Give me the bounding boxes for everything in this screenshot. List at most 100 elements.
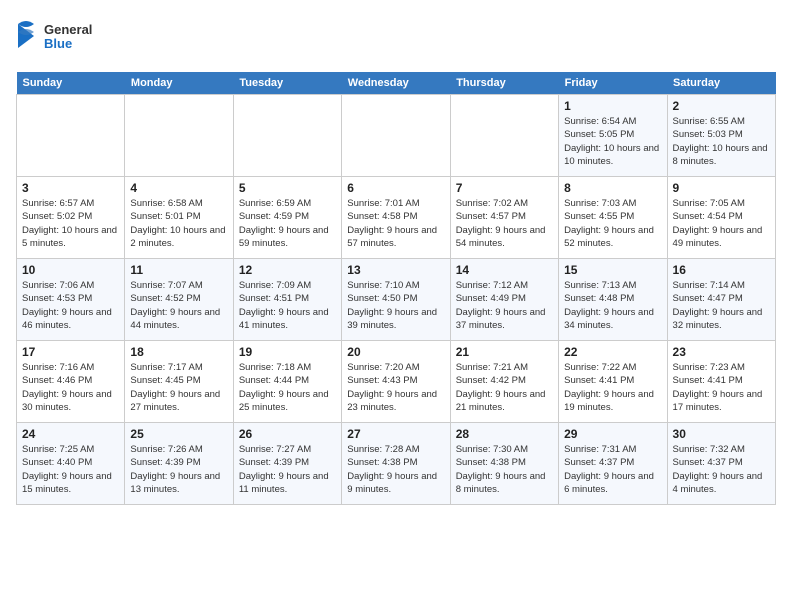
day-detail: Sunrise: 7:09 AM Sunset: 4:51 PM Dayligh… xyxy=(239,279,336,332)
day-detail: Sunrise: 7:07 AM Sunset: 4:52 PM Dayligh… xyxy=(130,279,227,332)
calendar-cell: 25 Sunrise: 7:26 AM Sunset: 4:39 PM Dayli… xyxy=(125,423,233,505)
calendar-cell: 7 Sunrise: 7:02 AM Sunset: 4:57 PM Daylig… xyxy=(450,177,558,259)
calendar-cell: 22Sunrise: 7:22 AM Sunset: 4:41 PM Dayli… xyxy=(559,341,667,423)
day-detail: Sunrise: 7:22 AM Sunset: 4:41 PM Dayligh… xyxy=(564,361,661,414)
day-detail: Sunrise: 7:12 AM Sunset: 4:49 PM Dayligh… xyxy=(456,279,553,332)
week-row-1: 1 Sunrise: 6:54 AM Sunset: 5:05 PM Daylig… xyxy=(17,95,776,177)
calendar-cell xyxy=(125,95,233,177)
day-number: 13 xyxy=(347,263,444,277)
logo: General Blue xyxy=(16,16,96,60)
calendar-cell: 6Sunrise: 7:01 AM Sunset: 4:58 PM Daylig… xyxy=(342,177,450,259)
calendar-cell: 21Sunrise: 7:21 AM Sunset: 4:42 PM Dayli… xyxy=(450,341,558,423)
header-thursday: Thursday xyxy=(450,72,558,95)
day-detail: Sunrise: 6:59 AM Sunset: 4:59 PM Dayligh… xyxy=(239,197,336,250)
day-detail: Sunrise: 7:17 AM Sunset: 4:45 PM Dayligh… xyxy=(130,361,227,414)
page-header: General Blue xyxy=(16,16,776,60)
day-number: 11 xyxy=(130,263,227,277)
day-detail: Sunrise: 7:32 AM Sunset: 4:37 PM Dayligh… xyxy=(673,443,770,496)
day-number: 30 xyxy=(673,427,770,441)
calendar-cell: 16 Sunrise: 7:14 AM Sunset: 4:47 PM Dayli… xyxy=(667,259,775,341)
day-detail: Sunrise: 7:02 AM Sunset: 4:57 PM Dayligh… xyxy=(456,197,553,250)
calendar-cell xyxy=(233,95,341,177)
calendar-cell: 11 Sunrise: 7:07 AM Sunset: 4:52 PM Dayli… xyxy=(125,259,233,341)
calendar-cell xyxy=(17,95,125,177)
day-detail: Sunrise: 7:13 AM Sunset: 4:48 PM Dayligh… xyxy=(564,279,661,332)
header-wednesday: Wednesday xyxy=(342,72,450,95)
calendar-header: SundayMondayTuesdayWednesdayThursdayFrid… xyxy=(17,72,776,95)
day-number: 6 xyxy=(347,181,444,195)
calendar-cell: 26Sunrise: 7:27 AM Sunset: 4:39 PM Dayli… xyxy=(233,423,341,505)
day-number: 21 xyxy=(456,345,553,359)
calendar-cell: 3Sunrise: 6:57 AM Sunset: 5:02 PM Daylig… xyxy=(17,177,125,259)
calendar-cell xyxy=(342,95,450,177)
day-number: 3 xyxy=(22,181,119,195)
day-number: 5 xyxy=(239,181,336,195)
header-saturday: Saturday xyxy=(667,72,775,95)
day-detail: Sunrise: 7:25 AM Sunset: 4:40 PM Dayligh… xyxy=(22,443,119,496)
header-tuesday: Tuesday xyxy=(233,72,341,95)
day-detail: Sunrise: 7:10 AM Sunset: 4:50 PM Dayligh… xyxy=(347,279,444,332)
calendar-cell: 5 Sunrise: 6:59 AM Sunset: 4:59 PM Daylig… xyxy=(233,177,341,259)
calendar-cell: 4 Sunrise: 6:58 AM Sunset: 5:01 PM Daylig… xyxy=(125,177,233,259)
header-sunday: Sunday xyxy=(17,72,125,95)
day-detail: Sunrise: 7:20 AM Sunset: 4:43 PM Dayligh… xyxy=(347,361,444,414)
calendar-cell: 20 Sunrise: 7:20 AM Sunset: 4:43 PM Dayli… xyxy=(342,341,450,423)
week-row-4: 17 Sunrise: 7:16 AM Sunset: 4:46 PM Dayli… xyxy=(17,341,776,423)
calendar-cell: 30 Sunrise: 7:32 AM Sunset: 4:37 PM Dayli… xyxy=(667,423,775,505)
calendar-cell: 9 Sunrise: 7:05 AM Sunset: 4:54 PM Daylig… xyxy=(667,177,775,259)
day-detail: Sunrise: 7:18 AM Sunset: 4:44 PM Dayligh… xyxy=(239,361,336,414)
day-detail: Sunrise: 7:31 AM Sunset: 4:37 PM Dayligh… xyxy=(564,443,661,496)
calendar-cell xyxy=(450,95,558,177)
header-friday: Friday xyxy=(559,72,667,95)
day-detail: Sunrise: 6:54 AM Sunset: 5:05 PM Dayligh… xyxy=(564,115,661,168)
calendar-cell: 19Sunrise: 7:18 AM Sunset: 4:44 PM Dayli… xyxy=(233,341,341,423)
calendar-cell: 27 Sunrise: 7:28 AM Sunset: 4:38 PM Dayli… xyxy=(342,423,450,505)
day-number: 29 xyxy=(564,427,661,441)
day-number: 26 xyxy=(239,427,336,441)
calendar-cell: 12 Sunrise: 7:09 AM Sunset: 4:51 PM Dayli… xyxy=(233,259,341,341)
header-monday: Monday xyxy=(125,72,233,95)
day-number: 27 xyxy=(347,427,444,441)
day-number: 4 xyxy=(130,181,227,195)
day-detail: Sunrise: 7:30 AM Sunset: 4:38 PM Dayligh… xyxy=(456,443,553,496)
day-detail: Sunrise: 7:06 AM Sunset: 4:53 PM Dayligh… xyxy=(22,279,119,332)
calendar-cell: 29 Sunrise: 7:31 AM Sunset: 4:37 PM Dayli… xyxy=(559,423,667,505)
day-number: 28 xyxy=(456,427,553,441)
day-detail: Sunrise: 7:16 AM Sunset: 4:46 PM Dayligh… xyxy=(22,361,119,414)
svg-text:General: General xyxy=(44,22,92,37)
week-row-3: 10Sunrise: 7:06 AM Sunset: 4:53 PM Dayli… xyxy=(17,259,776,341)
calendar-cell: 8Sunrise: 7:03 AM Sunset: 4:55 PM Daylig… xyxy=(559,177,667,259)
week-row-2: 3Sunrise: 6:57 AM Sunset: 5:02 PM Daylig… xyxy=(17,177,776,259)
calendar-cell: 14 Sunrise: 7:12 AM Sunset: 4:49 PM Dayli… xyxy=(450,259,558,341)
svg-text:Blue: Blue xyxy=(44,36,72,51)
calendar-cell: 10Sunrise: 7:06 AM Sunset: 4:53 PM Dayli… xyxy=(17,259,125,341)
calendar-cell: 24 Sunrise: 7:25 AM Sunset: 4:40 PM Dayli… xyxy=(17,423,125,505)
day-detail: Sunrise: 7:05 AM Sunset: 4:54 PM Dayligh… xyxy=(673,197,770,250)
calendar-cell: 23Sunrise: 7:23 AM Sunset: 4:41 PM Dayli… xyxy=(667,341,775,423)
calendar-cell: 15Sunrise: 7:13 AM Sunset: 4:48 PM Dayli… xyxy=(559,259,667,341)
calendar-table: SundayMondayTuesdayWednesdayThursdayFrid… xyxy=(16,72,776,505)
day-detail: Sunrise: 7:14 AM Sunset: 4:47 PM Dayligh… xyxy=(673,279,770,332)
day-number: 18 xyxy=(130,345,227,359)
day-number: 24 xyxy=(22,427,119,441)
calendar-cell: 28 Sunrise: 7:30 AM Sunset: 4:38 PM Dayli… xyxy=(450,423,558,505)
calendar-cell: 2Sunrise: 6:55 AM Sunset: 5:03 PM Daylig… xyxy=(667,95,775,177)
day-number: 23 xyxy=(673,345,770,359)
day-detail: Sunrise: 6:55 AM Sunset: 5:03 PM Dayligh… xyxy=(673,115,770,168)
calendar-cell: 13 Sunrise: 7:10 AM Sunset: 4:50 PM Dayli… xyxy=(342,259,450,341)
day-number: 14 xyxy=(456,263,553,277)
day-number: 17 xyxy=(22,345,119,359)
day-number: 12 xyxy=(239,263,336,277)
day-number: 20 xyxy=(347,345,444,359)
calendar-cell: 1 Sunrise: 6:54 AM Sunset: 5:05 PM Daylig… xyxy=(559,95,667,177)
day-number: 1 xyxy=(564,99,661,113)
day-detail: Sunrise: 6:58 AM Sunset: 5:01 PM Dayligh… xyxy=(130,197,227,250)
day-number: 9 xyxy=(673,181,770,195)
calendar-cell: 18 Sunrise: 7:17 AM Sunset: 4:45 PM Dayli… xyxy=(125,341,233,423)
day-number: 7 xyxy=(456,181,553,195)
day-number: 8 xyxy=(564,181,661,195)
day-detail: Sunrise: 7:28 AM Sunset: 4:38 PM Dayligh… xyxy=(347,443,444,496)
day-number: 25 xyxy=(130,427,227,441)
day-number: 16 xyxy=(673,263,770,277)
day-detail: Sunrise: 7:26 AM Sunset: 4:39 PM Dayligh… xyxy=(130,443,227,496)
